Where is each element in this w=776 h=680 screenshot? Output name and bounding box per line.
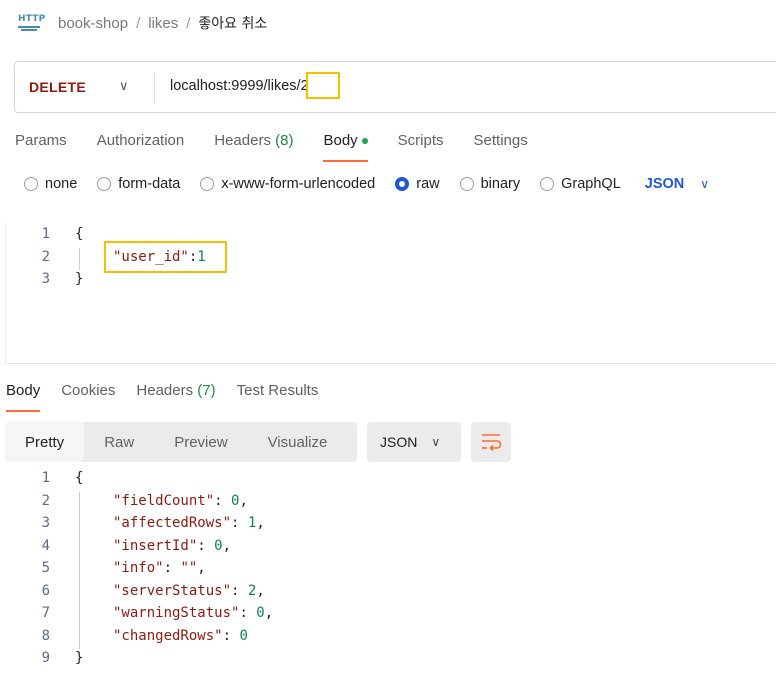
response-tabs: Body Cookies Headers (7) Test Results [6, 382, 339, 412]
breadcrumb-request-name[interactable]: 좋아요 취소 [198, 13, 267, 33]
code-line: { [75, 470, 84, 486]
tab-settings[interactable]: Settings [474, 132, 528, 162]
breadcrumb-separator: / [186, 14, 191, 32]
code-line: "insertId": 0, [113, 538, 232, 554]
line-number: 7 [41, 605, 50, 621]
tab-body[interactable]: Body [323, 132, 368, 162]
chevron-down-icon[interactable]: ∨ [700, 177, 709, 191]
code-line: "info": "", [113, 560, 206, 576]
headers-count: (7) [197, 382, 216, 399]
breadcrumb-collection[interactable]: book-shop [58, 15, 128, 32]
method-select[interactable]: DELETE [29, 79, 86, 95]
body-option-urlencoded[interactable]: x-www-form-urlencoded [200, 176, 375, 192]
body-option-graphql[interactable]: GraphQL [540, 176, 621, 192]
code-line: "changedRows": 0 [113, 628, 248, 644]
line-number: 3 [41, 271, 50, 287]
request-tabs: Params Authorization Headers (8) Body Sc… [15, 132, 558, 162]
line-number: 2 [41, 493, 50, 509]
response-format-label: JSON [380, 434, 418, 450]
code-line: } [75, 650, 84, 666]
radio-icon [24, 177, 38, 191]
body-option-form-data[interactable]: form-data [97, 176, 180, 192]
body-format-select[interactable]: JSON [645, 176, 685, 192]
body-option-binary[interactable]: binary [459, 176, 520, 192]
tab-test-results[interactable]: Test Results [237, 382, 319, 412]
view-mode-segmented: Pretty Raw Preview Visualize [5, 422, 357, 462]
url-input[interactable]: localhost:9999/likes/2 [170, 78, 309, 94]
radio-icon [459, 177, 474, 191]
wrap-lines-button[interactable] [471, 422, 511, 462]
tab-params[interactable]: Params [15, 132, 67, 162]
code-line: { [75, 226, 84, 242]
indent-guide [79, 248, 80, 270]
code-line: "fieldCount": 0, [113, 493, 248, 509]
body-highlight-box [104, 241, 227, 273]
radio-icon [200, 177, 215, 191]
line-number: 6 [41, 583, 50, 599]
line-number: 5 [41, 560, 50, 576]
tab-headers[interactable]: Headers (8) [214, 132, 293, 162]
body-status-dot [361, 138, 368, 145]
view-raw-button[interactable]: Raw [84, 422, 154, 462]
tab-response-headers[interactable]: Headers (7) [136, 382, 215, 412]
body-type-options: none form-data x-www-form-urlencoded raw… [24, 176, 709, 192]
line-number: 1 [41, 226, 50, 242]
code-line: "warningStatus": 0, [113, 605, 274, 621]
view-pretty-button[interactable]: Pretty [5, 422, 85, 462]
code-line: "serverStatus": 2, [113, 583, 265, 599]
line-number: 9 [41, 650, 50, 666]
line-number: 4 [41, 538, 50, 554]
url-highlight-box [306, 72, 340, 99]
breadcrumb-folder[interactable]: likes [148, 15, 178, 32]
view-visualize-button[interactable]: Visualize [248, 422, 348, 462]
tab-cookies[interactable]: Cookies [61, 382, 115, 412]
line-number: 8 [41, 628, 50, 644]
indent-guide [79, 492, 80, 649]
wrap-lines-icon [482, 434, 502, 452]
line-number: 2 [41, 249, 50, 265]
line-number: 1 [41, 470, 50, 486]
code-line: "affectedRows": 1, [113, 515, 265, 531]
tab-response-body[interactable]: Body [6, 382, 41, 412]
body-option-none[interactable]: none [24, 176, 77, 192]
breadcrumb-separator: / [136, 14, 141, 32]
line-number: 3 [41, 515, 50, 531]
radio-icon [97, 177, 112, 191]
chevron-down-icon: ∨ [431, 435, 441, 449]
http-icon: HTTP [18, 12, 45, 34]
radio-icon [540, 177, 555, 191]
code-line: } [75, 271, 84, 287]
tab-scripts[interactable]: Scripts [398, 132, 444, 162]
headers-count: (8) [275, 132, 294, 149]
view-preview-button[interactable]: Preview [154, 422, 247, 462]
body-option-raw[interactable]: raw [395, 176, 440, 192]
url-bar: DELETE ∨ localhost:9999/likes/2 [14, 61, 776, 113]
response-format-select[interactable]: JSON ∨ [367, 422, 461, 462]
breadcrumb: HTTP book-shop / likes / 좋아요 취소 [18, 12, 267, 34]
radio-selected-icon [395, 177, 410, 191]
chevron-down-icon[interactable]: ∨ [119, 78, 129, 94]
url-divider [154, 72, 155, 104]
tab-authorization[interactable]: Authorization [97, 132, 185, 162]
